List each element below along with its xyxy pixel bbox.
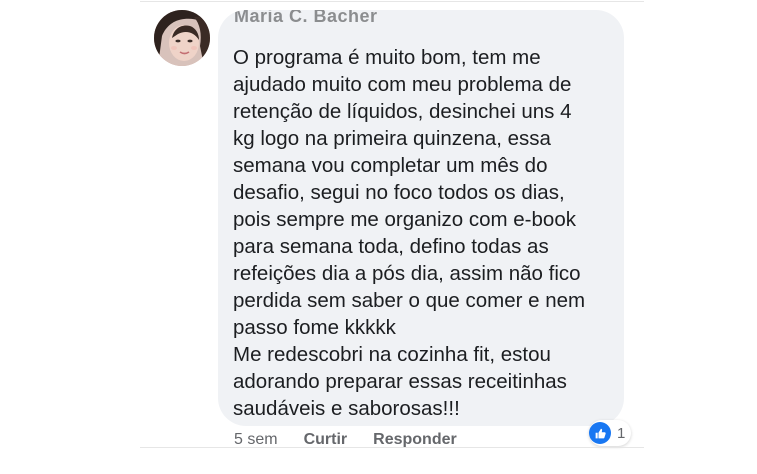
comment-text: O programa é muito bom, tem me ajudado m… xyxy=(233,46,586,420)
reaction-count: 1 xyxy=(617,424,626,442)
avatar[interactable] xyxy=(154,10,210,66)
top-divider xyxy=(140,1,644,2)
avatar-photo-icon xyxy=(154,10,210,66)
bottom-divider xyxy=(140,447,644,448)
like-thumbs-up-icon xyxy=(589,422,611,444)
comment-bubble: Maria C. Bacher O programa é muito bom, … xyxy=(218,10,624,426)
comment-author-name[interactable]: Maria C. Bacher xyxy=(234,10,378,27)
reaction-summary[interactable]: 1 xyxy=(589,420,632,446)
comment-view: Maria C. Bacher O programa é muito bom, … xyxy=(0,0,757,474)
